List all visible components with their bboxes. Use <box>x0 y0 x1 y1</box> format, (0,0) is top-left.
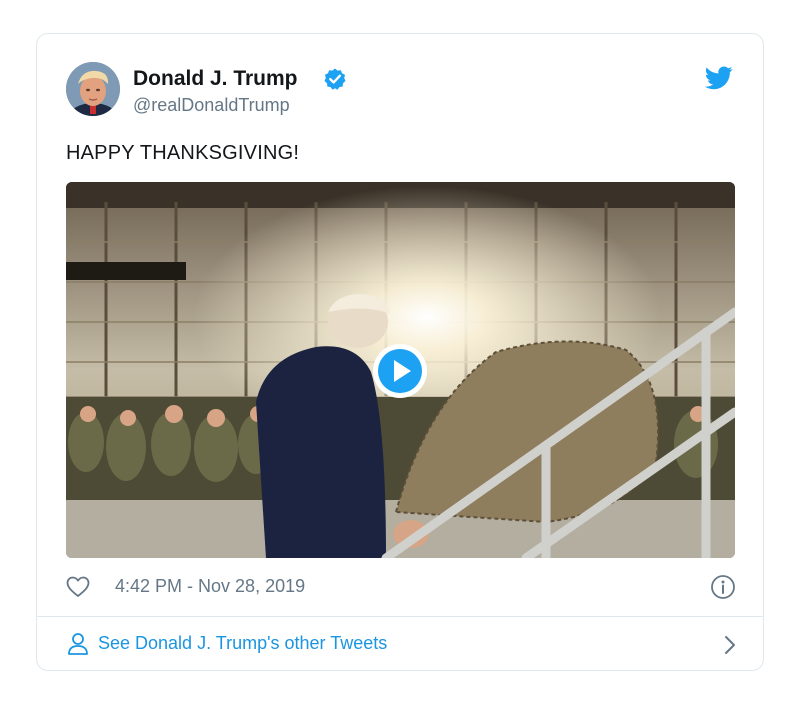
author-display-name[interactable]: Donald J. Trump <box>133 67 298 91</box>
see-other-tweets-label: See Donald J. Trump's other Tweets <box>98 633 388 653</box>
avatar-image <box>66 62 120 116</box>
tweet-meta-row: 4:42 PM - Nov 28, 2019 <box>66 574 736 602</box>
heart-icon[interactable] <box>66 576 90 598</box>
see-other-tweets-link[interactable]: See Donald J. Trump's other Tweets <box>67 630 737 660</box>
verified-badge-icon <box>324 68 346 90</box>
tweet-timestamp[interactable]: 4:42 PM - Nov 28, 2019 <box>115 576 305 597</box>
tweet-text: HAPPY THANKSGIVING! <box>66 142 300 164</box>
author-handle[interactable]: @realDonaldTrump <box>133 95 290 116</box>
avatar[interactable] <box>66 62 120 116</box>
tweet-video[interactable] <box>66 182 735 558</box>
twitter-bird-icon[interactable] <box>705 66 733 90</box>
embedded-tweet-card: Donald J. Trump @realDonaldTrump HAPPY T… <box>36 33 764 671</box>
person-icon <box>68 633 88 655</box>
chevron-right-icon <box>725 636 735 654</box>
play-icon[interactable] <box>371 342 429 400</box>
divider <box>37 616 763 617</box>
info-icon[interactable] <box>710 574 736 600</box>
